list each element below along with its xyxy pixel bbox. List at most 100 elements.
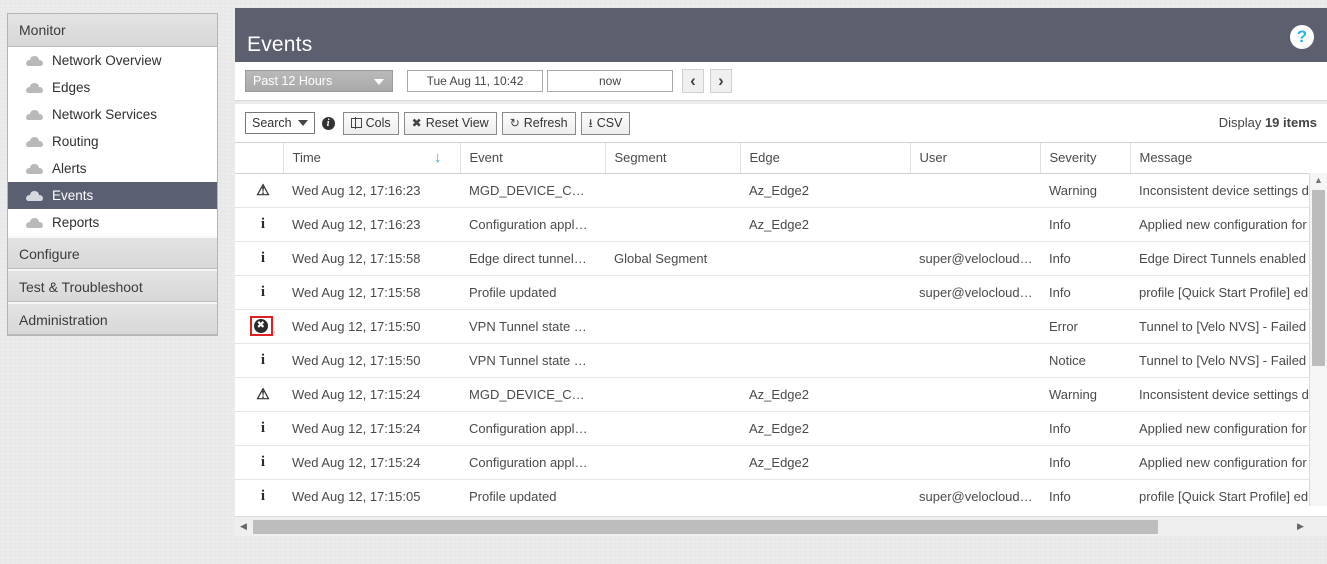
scroll-up-icon[interactable]: ▲ <box>1310 173 1327 188</box>
error-icon-selection-box: ✖ <box>249 316 273 336</box>
row-severity-icon-cell: i <box>235 411 283 446</box>
row-time: Wed Aug 12, 17:15:24 <box>283 411 460 446</box>
page-header: Events ? <box>235 8 1327 62</box>
table-row[interactable]: ✖ ․ Wed Aug 12, 17:15:50 VPN Tunnel state …… <box>235 309 1327 344</box>
row-event[interactable]: VPN Tunnel state … <box>460 343 605 378</box>
row-time: Wed Aug 12, 17:16:23 <box>283 207 460 242</box>
row-user <box>910 343 1040 378</box>
row-event[interactable]: Configuration appl… <box>460 445 605 480</box>
date-to-input[interactable]: now <box>547 70 673 92</box>
sidebar-item-edges[interactable]: Edges <box>8 74 217 101</box>
row-edge: Az_Edge2 <box>740 411 910 446</box>
next-range-button[interactable]: › <box>710 69 732 93</box>
table-row[interactable]: ⚠ Wed Aug 12, 17:16:23 MGD_DEVICE_C… Az_Edg… <box>235 173 1327 208</box>
row-severity-icon-cell: i <box>235 275 283 310</box>
application-root: Monitor Network Overview Edges Network S… <box>0 0 1327 564</box>
row-severity: Info <box>1040 275 1130 310</box>
time-range-select[interactable]: Past 12 Hours <box>245 70 393 92</box>
reset-view-label: Reset View <box>425 116 489 130</box>
row-message: Applied new configuration for <box>1130 411 1327 446</box>
row-message: Inconsistent device settings d <box>1130 173 1327 208</box>
row-edge: Az_Edge2 <box>740 445 910 480</box>
table-header: Time ↓ Event Segment Edge User Severity … <box>235 143 1327 174</box>
table-row[interactable]: i Wed Aug 12, 17:15:58 Edge direct tunnel…… <box>235 241 1327 276</box>
row-event[interactable]: Profile updated <box>460 275 605 310</box>
table-header-row: Time ↓ Event Segment Edge User Severity … <box>235 143 1327 174</box>
nav-group-administration[interactable]: Administration <box>8 302 217 335</box>
row-user <box>910 445 1040 480</box>
sidebar-item-label: Edges <box>52 80 91 95</box>
prev-range-button[interactable]: ‹ <box>682 69 704 93</box>
row-time: Wed Aug 12, 17:16:23 <box>283 173 460 208</box>
info-icon[interactable]: i <box>321 116 335 130</box>
table-row[interactable]: i Wed Aug 12, 17:15:24 Configuration appl…… <box>235 411 1327 446</box>
row-segment <box>605 275 740 310</box>
page-title: Events <box>247 33 313 56</box>
table-row[interactable]: i Wed Aug 12, 17:15:24 Configuration appl…… <box>235 445 1327 480</box>
sidebar-item-events[interactable]: Events <box>8 182 217 209</box>
column-header-segment[interactable]: Segment <box>604 143 740 174</box>
table-row[interactable]: i Wed Aug 12, 17:15:50 VPN Tunnel state … N… <box>235 343 1327 378</box>
sidebar-item-label: Alerts <box>52 161 87 176</box>
info-icon: i <box>260 250 266 266</box>
row-event[interactable]: MGD_DEVICE_C… <box>460 173 605 208</box>
csv-button[interactable]: ⭳ CSV <box>580 111 631 135</box>
row-event[interactable]: Configuration appl… <box>460 207 605 242</box>
info-icon: i <box>260 216 266 232</box>
sidebar-item-alerts[interactable]: Alerts <box>8 155 217 182</box>
nav-group-test-troubleshoot[interactable]: Test & Troubleshoot <box>8 269 217 302</box>
row-time: Wed Aug 12, 17:15:58 <box>283 241 460 276</box>
reset-view-button[interactable]: ✖ Reset View <box>403 111 497 135</box>
row-severity-icon-cell: ⚠ <box>235 377 283 412</box>
date-from-input[interactable]: Tue Aug 11, 10:42 <box>407 70 543 92</box>
cloud-icon <box>26 55 43 66</box>
row-message: Applied new configuration for <box>1130 445 1327 480</box>
column-header-severity[interactable]: Severity <box>1039 143 1130 174</box>
display-prefix: Display <box>1218 115 1262 130</box>
events-table: Time ↓ Event Segment Edge User Severity … <box>235 143 1327 514</box>
column-header-edge[interactable]: Edge <box>739 143 910 174</box>
sidebar-item-network-overview[interactable]: Network Overview <box>8 47 217 74</box>
row-message: Edge Direct Tunnels enabled <box>1130 241 1327 276</box>
vertical-scrollbar[interactable]: ▲ ▼ <box>1309 173 1327 536</box>
column-header-message[interactable]: Message <box>1129 143 1327 174</box>
row-event[interactable]: Edge direct tunnel… <box>460 241 605 276</box>
column-header-user[interactable]: User <box>909 143 1040 174</box>
row-message: Tunnel to [Velo NVS] - Failed <box>1130 309 1327 344</box>
refresh-button[interactable]: ↻ Refresh <box>501 111 576 135</box>
scroll-right-icon[interactable]: ▶ <box>1292 517 1309 536</box>
cols-button[interactable]: Cols <box>342 111 399 135</box>
row-severity: Info <box>1040 445 1130 480</box>
row-edge: Az_Edge2 <box>740 173 910 208</box>
cloud-icon <box>26 109 43 120</box>
row-severity: Info <box>1040 207 1130 242</box>
sidebar-item-network-services[interactable]: Network Services <box>8 101 217 128</box>
column-header-time[interactable]: Time ↓ <box>282 143 460 174</box>
info-icon: i <box>260 284 266 300</box>
horizontal-scrollbar[interactable]: ◀ ▶ <box>235 516 1327 536</box>
horizontal-scroll-thumb[interactable] <box>253 520 1158 534</box>
search-label: Search <box>252 116 292 130</box>
nav-group-configure[interactable]: Configure <box>8 236 217 269</box>
table-row[interactable]: i Wed Aug 12, 17:15:58 Profile updated supe… <box>235 275 1327 310</box>
nav-group-monitor[interactable]: Monitor <box>8 14 217 47</box>
csv-label: CSV <box>596 116 623 130</box>
table-row[interactable]: ⚠ Wed Aug 12, 17:15:24 MGD_DEVICE_C… Az_Edg… <box>235 377 1327 412</box>
row-event[interactable]: VPN Tunnel state … <box>460 309 605 344</box>
row-user <box>910 173 1040 208</box>
row-event[interactable]: MGD_DEVICE_C… <box>460 377 605 412</box>
refresh-label: Refresh <box>523 116 568 130</box>
help-icon[interactable]: ? <box>1290 25 1314 49</box>
refresh-icon: ↻ <box>509 116 520 130</box>
table-toolbar: Search i Cols ✖ Reset View ↻ Refresh ⭳ C… <box>235 101 1327 142</box>
sidebar-item-routing[interactable]: Routing <box>8 128 217 155</box>
vertical-scroll-thumb[interactable] <box>1312 190 1325 366</box>
table-row[interactable]: i Wed Aug 12, 17:16:23 Configuration appl…… <box>235 207 1327 242</box>
scroll-left-icon[interactable]: ◀ <box>235 517 252 536</box>
sidebar-item-reports[interactable]: Reports <box>8 209 217 236</box>
row-event[interactable]: Configuration appl… <box>460 411 605 446</box>
search-dropdown[interactable]: Search <box>245 112 315 134</box>
column-header-event[interactable]: Event <box>459 143 605 174</box>
row-severity: Error <box>1040 309 1130 344</box>
warning-icon: ⚠ <box>256 181 270 199</box>
